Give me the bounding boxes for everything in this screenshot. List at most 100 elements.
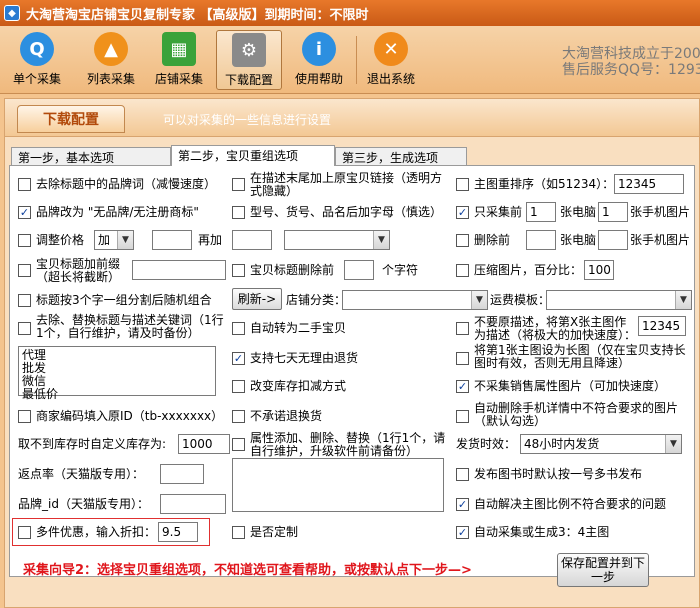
refresh-button[interactable]: 刷新-> <box>232 288 282 310</box>
only-collect-checkbox[interactable]: ✓ <box>456 206 469 219</box>
second-hand-checkbox[interactable] <box>232 322 245 335</box>
chevron-down-icon: ▼ <box>675 291 691 309</box>
first-main-long-checkbox[interactable] <box>456 352 469 365</box>
add-link-checkbox[interactable] <box>232 178 245 191</box>
price-op2-label: 再加 <box>198 233 223 247</box>
title-prefix-input[interactable] <box>132 260 226 280</box>
add-model-label: 型号、货号、品名后加字母（慎选） <box>250 205 443 219</box>
default-multi-sku-checkbox[interactable] <box>456 468 469 481</box>
add-model-checkbox[interactable] <box>232 206 245 219</box>
replace-keywords-label: 去除、替换标题与描述关键词（1行1个，自行维护，请及时备份） <box>36 313 224 340</box>
app-icon: ◆ <box>4 5 20 21</box>
tab-step2[interactable]: 第二步，宝贝重组选项 <box>171 145 335 166</box>
customize-checkbox[interactable] <box>232 526 245 539</box>
no-collect-desc-checkbox[interactable] <box>456 322 469 335</box>
chevron-down-icon: ▼ <box>665 435 681 453</box>
tab-step1[interactable]: 第一步，基本选项 <box>11 147 171 165</box>
chevron-down-icon: ▼ <box>471 291 487 309</box>
price-amount-input[interactable] <box>152 230 192 250</box>
adjust-price-checkbox[interactable] <box>18 234 31 247</box>
compress-input[interactable]: 100 <box>584 260 614 280</box>
main-img-order-checkbox[interactable] <box>456 178 469 191</box>
compress-checkbox[interactable] <box>456 264 469 277</box>
price-unit-select[interactable]: ▼ <box>284 230 390 250</box>
list-collect-button[interactable]: ▲ 列表采集 <box>78 30 144 90</box>
shipping-template-label: 运费模板： <box>490 293 551 307</box>
keywords-textarea[interactable]: 代理 批发 微信 最低价 <box>18 346 216 401</box>
rebate-label: 返点率（天猫版专用）： <box>18 467 145 481</box>
auto-gen-34-checkbox[interactable]: ✓ <box>456 526 469 539</box>
no-return-checkbox[interactable] <box>232 410 245 423</box>
download-config-button[interactable]: ⚙ 下载配置 <box>216 30 282 90</box>
title-shuffle-checkbox[interactable] <box>18 294 31 307</box>
mobile-img-unit-label: 张手机图片 <box>630 205 691 219</box>
main-panel: 下载配置 可以对采集的一些信息进行设置 第一步，基本选项 第二步，宝贝重组选项 … <box>4 98 700 608</box>
exit-button[interactable]: ✕ 退出系统 <box>358 30 424 90</box>
toolbar: Q 单个采集 ▲ 列表采集 ▦ 店铺采集 ⚙ 下载配置 i 使用帮助 ✕ 退出系… <box>0 26 700 94</box>
remove-brand-checkbox[interactable] <box>18 178 31 191</box>
delete-chars-input[interactable] <box>344 260 374 280</box>
shop-category-label: 店铺分类： <box>286 293 347 307</box>
auto-delete-mobile-checkbox[interactable] <box>456 410 469 423</box>
delete-pc-unit-label: 张电脑 <box>560 233 597 247</box>
window-title: 大淘营淘宝店铺宝贝复制专家 【高级版】到期时间：不限时 <box>26 7 369 23</box>
chevron-down-icon: ▼ <box>373 231 389 249</box>
only-mobile-input[interactable]: 1 <box>598 202 628 222</box>
compress-label: 压缩图片，百分比： <box>474 263 583 277</box>
no-sale-attr-checkbox[interactable]: ✓ <box>456 380 469 393</box>
merchant-code-label: 商家编码填入原ID（tb-xxxxxxx） <box>36 409 224 423</box>
multi-discount-label: 多件优惠，输入折扣： <box>36 525 157 539</box>
main-img-order-label: 主图重排序（如51234）： <box>474 177 615 191</box>
brand-info: 大淘营科技成立于2008 售后服务QQ号：129382 <box>562 46 700 78</box>
attr-edit-checkbox[interactable] <box>232 438 245 451</box>
main-img-order-input[interactable]: 12345 <box>614 174 684 194</box>
multi-discount-checkbox[interactable] <box>18 526 31 539</box>
attr-edit-label: 属性添加、删除、替换（1行1个，请自行维护，升级软件前请备份） <box>250 431 446 458</box>
no-return-label: 不承诺退换货 <box>250 409 323 423</box>
single-collect-button[interactable]: Q 单个采集 <box>4 30 70 90</box>
delete-mobile-input[interactable] <box>598 230 628 250</box>
seven-days-checkbox[interactable]: ✓ <box>232 352 245 365</box>
title-prefix-checkbox[interactable] <box>18 264 31 277</box>
discount-input[interactable]: 9.5 <box>158 522 198 542</box>
change-stock-checkbox[interactable] <box>232 380 245 393</box>
delete-first-label: 删除前 <box>474 233 511 247</box>
chevron-down-icon: ▼ <box>117 231 133 249</box>
no-collect-desc-input[interactable]: 12345 <box>638 316 686 336</box>
step-tabs: 第一步，基本选项 第二步，宝贝重组选项 第三步，生成选项 <box>5 145 699 166</box>
change-brand-checkbox[interactable]: ✓ <box>18 206 31 219</box>
second-hand-label: 自动转为二手宝贝 <box>250 321 347 335</box>
help-button[interactable]: i 使用帮助 <box>286 30 352 90</box>
change-stock-label: 改变库存扣减方式 <box>250 379 347 393</box>
brand-id-input[interactable] <box>160 494 226 514</box>
delete-pc-input[interactable] <box>526 230 556 250</box>
replace-keywords-checkbox[interactable] <box>18 322 31 335</box>
shop-category-select[interactable]: ▼ <box>342 290 488 310</box>
chars-unit-label: 个字符 <box>382 263 419 277</box>
delete-mobile-unit-label: 张手机图片 <box>630 233 691 247</box>
save-next-button[interactable]: 保存配置并到下一步 <box>557 553 649 587</box>
shop-collect-button[interactable]: ▦ 店铺采集 <box>146 30 212 90</box>
pc-img-unit-label: 张电脑 <box>560 205 597 219</box>
delete-chars-checkbox[interactable] <box>232 264 245 277</box>
title-bar: ◆ 大淘营淘宝店铺宝贝复制专家 【高级版】到期时间：不限时 <box>0 0 700 26</box>
auto-gen-34-label: 自动采集或生成3：4主图 <box>474 525 610 539</box>
customize-label: 是否定制 <box>250 525 299 539</box>
tab-step3[interactable]: 第三步，生成选项 <box>335 147 467 165</box>
auto-fix-ratio-label: 自动解决主图比例不符合要求的问题 <box>474 497 667 511</box>
no-sale-attr-label: 不采集销售属性图片（可加快速度） <box>474 379 667 393</box>
merchant-code-checkbox[interactable] <box>18 410 31 423</box>
default-multi-sku-label: 发布图书时默认按一号多书发布 <box>474 467 643 481</box>
price-amount2-input[interactable] <box>232 230 272 250</box>
shipping-template-select[interactable]: ▼ <box>546 290 692 310</box>
attr-edit-textarea[interactable] <box>232 458 444 512</box>
title-prefix-label: 宝贝标题加前缀（超长将截断） <box>36 257 121 284</box>
price-op-select[interactable]: 加 ▼ <box>94 230 134 250</box>
only-pc-input[interactable]: 1 <box>526 202 556 222</box>
ship-time-select[interactable]: 48小时内发货 ▼ <box>520 434 682 454</box>
stock-input[interactable]: 1000 <box>178 434 230 454</box>
auto-fix-ratio-checkbox[interactable]: ✓ <box>456 498 469 511</box>
delete-first-checkbox[interactable] <box>456 234 469 247</box>
rebate-input[interactable] <box>160 464 204 484</box>
wizard-guide: 采集向导2：选择宝贝重组选项，不知道选可查看帮助，或按默认点下一步—> <box>23 563 472 578</box>
